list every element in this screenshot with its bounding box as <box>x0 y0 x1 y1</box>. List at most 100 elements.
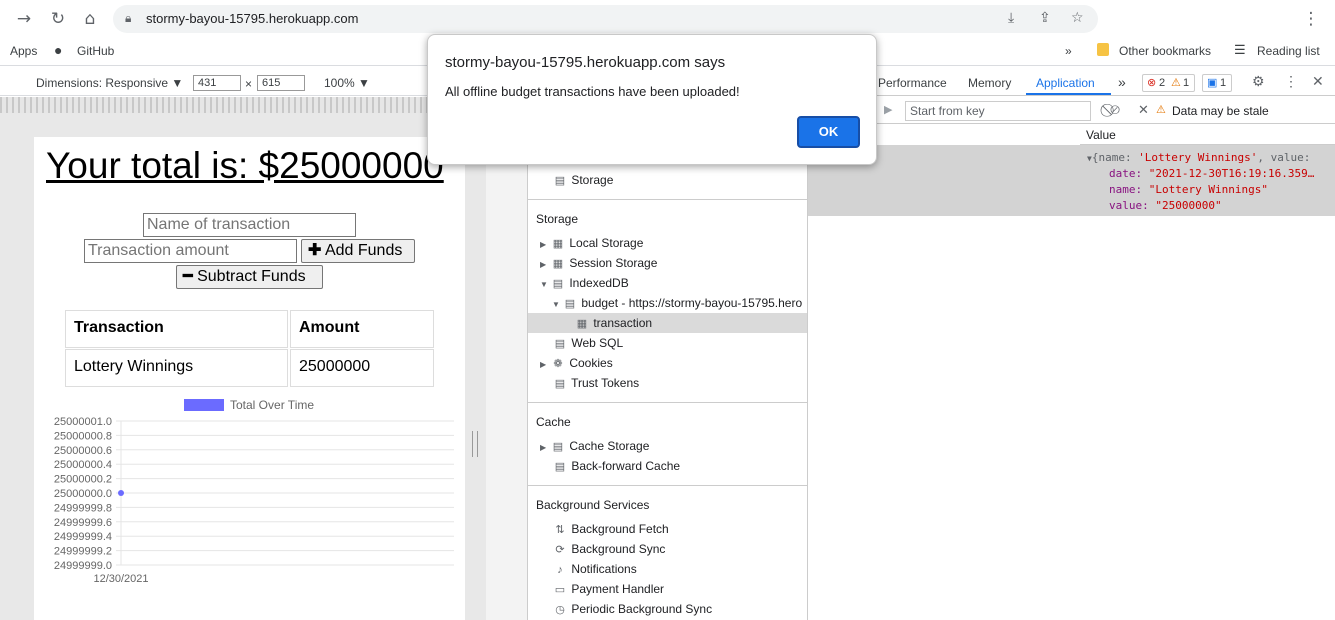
clear-icon[interactable]: ⃠⊘ <box>1110 102 1120 118</box>
table-cell-transaction: Lottery Winnings <box>65 349 288 387</box>
total-chart: Total Over Time 25000001.0 25000000.8 25000… <box>34 395 465 595</box>
x-tick-label: 12/30/2021 <box>93 573 148 585</box>
sync-icon: ⟳ <box>555 544 565 556</box>
browser-toolbar: → ↻ ⌂ 🔒︎ stormy-bayou-15795.herokuapp.co… <box>0 0 1335 38</box>
section-storage: Storage <box>536 212 579 226</box>
subtract-funds-label: Subtract Funds <box>197 268 306 285</box>
error-icon: ⊗ <box>1147 77 1157 89</box>
star-icon[interactable]: ☆ <box>1071 10 1084 26</box>
card-icon: ▭ <box>554 584 566 596</box>
tab-performance[interactable]: Performance <box>878 76 947 90</box>
sidebar-item-session-storage[interactable]: ▶ ▦ Session Storage <box>540 253 657 273</box>
sidebar-item-indexeddb[interactable]: ▼ ▤ IndexedDB <box>540 273 629 293</box>
forward-icon[interactable]: → <box>13 8 35 30</box>
tabs-overflow[interactable]: » <box>1118 74 1126 90</box>
settings-icon[interactable]: ⚙ <box>1252 73 1265 90</box>
data-row[interactable]: ▼{name: 'Lottery Winnings', value: date:… <box>808 145 1335 216</box>
total-heading: Your total is: $25000000 <box>46 145 444 186</box>
sidebar-item-cookies[interactable]: ▶ ❁ Cookies <box>540 353 613 373</box>
resize-handle-icon[interactable] <box>472 431 478 457</box>
sidebar-label: Storage <box>571 173 614 187</box>
issues-counter[interactable]: ⊗ 2 ⚠ 1 <box>1142 74 1195 92</box>
expand-icon[interactable]: ▶ <box>540 235 550 255</box>
add-funds-button[interactable]: ✚ Add Funds <box>301 239 415 263</box>
dimensions-select[interactable]: Dimensions: Responsive ▼ <box>36 76 183 90</box>
sidebar-item-budget-db[interactable]: ▼ ▤ budget - https://stormy-bayou-15795.h… <box>552 293 802 313</box>
table-cell-amount: 25000000 <box>290 349 434 387</box>
close-devtools-icon[interactable]: ✕ <box>1312 73 1324 90</box>
sidebar-item-transaction-store[interactable]: ▦ transaction <box>528 313 807 333</box>
viewport-width-input[interactable]: 431 <box>193 75 241 91</box>
menu-icon[interactable]: ⋮ <box>1300 8 1322 30</box>
data-point <box>118 490 124 496</box>
ok-button[interactable]: OK <box>797 116 860 148</box>
transaction-amount-input[interactable]: Transaction amount <box>84 239 297 263</box>
bookmark-reading-list[interactable]: Reading list <box>1257 44 1320 58</box>
bookmark-github[interactable]: GitHub <box>77 44 114 58</box>
sidebar-item-trust-tokens[interactable]: ▤ Trust Tokens <box>552 373 639 393</box>
sidebar-item-local-storage[interactable]: ▶ ▦ Local Storage <box>540 233 643 253</box>
play-icon[interactable]: ▶ <box>884 103 892 116</box>
dialog-message: All offline budget transactions have bee… <box>445 84 740 99</box>
sidebar-item-storage-overview[interactable]: ▤ Storage <box>552 170 614 190</box>
messages-counter[interactable]: ▣ 1 <box>1202 74 1232 92</box>
prop-key: date: <box>1109 167 1143 180</box>
sidebar-item-periodic-sync[interactable]: ◷ Periodic Background Sync <box>552 599 712 619</box>
database-icon: ▤ <box>552 278 564 290</box>
sidebar-item-payment-handler[interactable]: ▭ Payment Handler <box>552 579 664 599</box>
collapse-icon[interactable]: ▼ <box>540 275 550 295</box>
start-from-key-input[interactable]: Start from key <box>905 101 1091 121</box>
record-summary: ▼{name: 'Lottery Winnings', value: <box>1087 151 1310 164</box>
message-icon: ▣ <box>1207 77 1218 89</box>
cookie-icon: ❁ <box>553 358 563 370</box>
dialog-title: stormy-bayou-15795.herokuapp.com says <box>445 54 726 71</box>
record-summary-post: , value: <box>1257 151 1311 164</box>
viewport-height-input[interactable]: 615 <box>257 75 305 91</box>
alert-dialog: stormy-bayou-15795.herokuapp.com says Al… <box>427 34 877 165</box>
sidebar-label: Cookies <box>569 356 613 370</box>
expand-icon[interactable]: ▶ <box>540 255 550 275</box>
plus-icon: ✚ <box>308 242 322 259</box>
app-page: Your total is: $25000000 Name of transac… <box>34 137 465 620</box>
delete-icon[interactable]: ✕ <box>1138 102 1149 118</box>
sidebar-item-notifications[interactable]: ♪ Notifications <box>552 559 636 579</box>
bookmark-apps[interactable]: Apps <box>10 44 37 58</box>
sidebar-item-bg-fetch[interactable]: ⇅ Background Fetch <box>552 519 668 539</box>
table-header-transaction: Transaction <box>65 310 288 348</box>
column-header-value[interactable]: Value <box>1080 125 1335 145</box>
more-options-icon[interactable]: ⋮ <box>1284 73 1298 90</box>
devtools-sidebar: ▤ Storage Storage ▶ ▦ Local Storage ▶ ▦ Se… <box>527 96 808 620</box>
sidebar-item-cache-storage[interactable]: ▶ ▤ Cache Storage <box>540 436 649 456</box>
sidebar-label: Background Sync <box>571 542 666 556</box>
legend-swatch <box>184 399 224 411</box>
tab-application[interactable]: Application <box>1036 76 1095 90</box>
record-name: name: "Lottery Winnings" <box>1109 183 1268 196</box>
address-bar[interactable]: 🔒︎ stormy-bayou-15795.herokuapp.com ⤓ ⇪ … <box>113 5 1098 33</box>
sidebar-item-web-sql[interactable]: ▤ Web SQL <box>552 333 623 353</box>
expand-icon[interactable]: ▶ <box>540 438 550 458</box>
sidebar-item-bf-cache[interactable]: ▤ Back-forward Cache <box>552 456 680 476</box>
home-icon[interactable]: ⌂ <box>79 8 101 30</box>
tab-memory[interactable]: Memory <box>968 76 1011 90</box>
bookmark-other[interactable]: Other bookmarks <box>1119 44 1211 58</box>
y-tick-label: 25000001.0 <box>54 416 112 428</box>
reload-icon[interactable]: ↻ <box>47 8 69 30</box>
transaction-name-input[interactable]: Name of transaction <box>143 213 356 237</box>
expand-icon[interactable]: ▶ <box>540 355 550 375</box>
install-icon[interactable]: ⤓ <box>1008 10 1014 26</box>
y-tick-label: 25000000.0 <box>54 488 112 500</box>
sidebar-item-bg-sync[interactable]: ⟳ Background Sync <box>552 539 665 559</box>
grid-icon: ▦ <box>576 318 588 330</box>
y-tick-label: 25000000.2 <box>54 474 112 486</box>
bookmarks-overflow[interactable]: » <box>1065 44 1072 58</box>
stale-warning: Data may be stale <box>1172 104 1269 118</box>
subtract-funds-button[interactable]: ━ Subtract Funds <box>176 265 323 289</box>
record-value: value: "25000000" <box>1109 199 1222 212</box>
zoom-select[interactable]: 100% ▼ <box>324 76 370 90</box>
divider <box>528 402 807 403</box>
database-icon: ▤ <box>554 175 566 187</box>
address-url[interactable]: stormy-bayou-15795.herokuapp.com <box>146 11 358 26</box>
collapse-icon[interactable]: ▼ <box>552 295 562 315</box>
share-icon[interactable]: ⇪ <box>1039 10 1051 26</box>
resize-gutter[interactable] <box>472 113 527 620</box>
